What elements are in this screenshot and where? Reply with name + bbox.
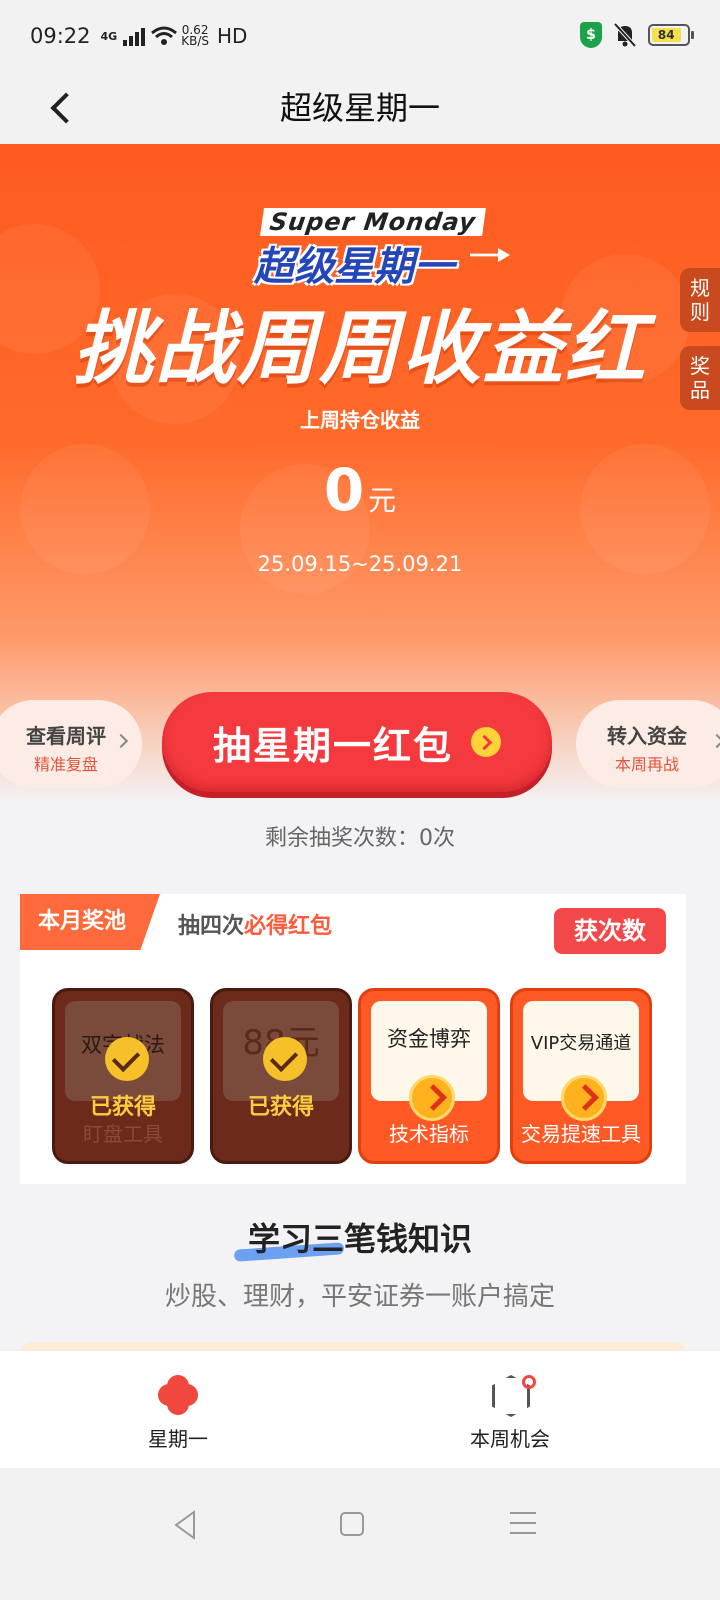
arrow-coin-icon (409, 1075, 455, 1121)
prize-card[interactable]: 双字战法 已获得 盯盘工具 (52, 988, 194, 1164)
security-shield-icon: $ (580, 22, 602, 48)
system-menu-icon[interactable] (510, 1512, 536, 1542)
battery-level: 84 (652, 28, 681, 42)
status-bar: 09:22 4G 0.62 KB/S HD $ 84 (0, 0, 720, 72)
status-time: 09:22 (30, 24, 91, 48)
wifi-icon (151, 26, 178, 46)
pool-tag: 本月奖池 (20, 894, 160, 950)
learn-title: 学习三笔钱知识 (247, 1220, 472, 1258)
prizes-tab[interactable]: 奖 品 (680, 346, 720, 410)
prize-subtitle: 技术指标 (389, 1122, 469, 1146)
signal-icon (123, 27, 146, 46)
prize-title: 资金博弈 (387, 1027, 471, 1051)
hero-headline: 挑战周周收益红 (73, 302, 647, 395)
get-chances-button[interactable]: 获次数 (554, 908, 666, 954)
prizes-tab-label: 奖 品 (690, 354, 710, 402)
remaining-draws: 剩余抽奖次数：0次 (265, 826, 455, 851)
status-right: $ 84 (580, 22, 694, 48)
transfer-funds-title: 转入资金 (607, 724, 687, 748)
prize-subtitle: 盯盘工具 (83, 1122, 163, 1146)
prize-pool-card: 本月奖池 抽四次必得红包 获次数 双字战法 已获得 盯盘工具 88元 已获得 资… (20, 894, 686, 1184)
draw-red-packet-button[interactable]: 抽星期一红包 (162, 692, 552, 792)
prize-card[interactable]: 资金博弈 技术指标 (358, 988, 500, 1164)
system-home-icon[interactable] (340, 1512, 364, 1536)
prize-status: 已获得 (247, 1095, 314, 1120)
earnings-amount: 0元 (0, 456, 720, 524)
tab-weekly-opportunity[interactable]: 本周机会 (410, 1351, 610, 1469)
check-icon (263, 1037, 307, 1081)
date-range: 25.09.15~25.09.21 (257, 552, 463, 576)
net-speed: 0.62 KB/S (181, 24, 209, 48)
page-title: 超级星期一 (279, 89, 440, 127)
prize-card[interactable]: VIP交易通道 交易提速工具 (510, 988, 652, 1164)
mute-bell-icon (613, 22, 637, 48)
rules-tab[interactable]: 规 则 (680, 268, 720, 332)
tab-weekly-opportunity-label: 本周机会 (470, 1427, 550, 1451)
battery-icon: 84 (648, 24, 694, 46)
prize-subtitle: 交易提速工具 (521, 1122, 641, 1146)
check-icon (105, 1037, 149, 1081)
flower-icon (158, 1375, 198, 1415)
pool-desc-highlight: 必得红包 (244, 914, 333, 939)
target-dot-icon (522, 1375, 536, 1389)
hd-indicator: HD (216, 24, 248, 48)
net-speed-unit: KB/S (181, 34, 209, 48)
tab-monday[interactable]: 星期一 (78, 1351, 278, 1469)
draw-red-packet-label: 抽星期一红包 (212, 723, 453, 768)
prize-status: 已获得 (89, 1095, 156, 1120)
bottom-tab-bar: 星期一 本周机会 (0, 1350, 720, 1468)
learn-subtitle: 炒股、理财，平安证券一账户搞定 (164, 1282, 555, 1312)
brand-english: Super Monday (260, 208, 486, 236)
pool-desc-prefix: 抽四次 (178, 914, 245, 939)
tab-monday-label: 星期一 (148, 1427, 208, 1451)
transfer-funds-sub: 本周再战 (614, 755, 679, 774)
system-back-icon[interactable] (170, 1508, 200, 1542)
transfer-funds-button[interactable]: 转入资金 本周再战 (576, 700, 720, 788)
earnings-value: 0 (323, 456, 365, 524)
weekly-review-sub: 精准复盘 (33, 755, 98, 774)
weekly-review-button[interactable]: 查看周评 精准复盘 (0, 700, 142, 788)
prize-card[interactable]: 88元 已获得 (210, 988, 352, 1164)
pool-description: 抽四次必得红包 (178, 908, 332, 940)
earnings-unit: 元 (368, 484, 397, 517)
network-type: 4G (100, 29, 118, 43)
prize-title: VIP交易通道 (530, 1033, 632, 1054)
hero-subtitle: 上周持仓收益 (300, 408, 420, 432)
brand-arrow-icon (470, 248, 510, 262)
arrow-circle-icon (471, 727, 501, 757)
arrow-coin-icon (561, 1075, 607, 1121)
nav-bar: 超级星期一 (0, 72, 720, 144)
rules-tab-label: 规 则 (690, 276, 710, 324)
system-nav-bar (0, 1470, 720, 1600)
